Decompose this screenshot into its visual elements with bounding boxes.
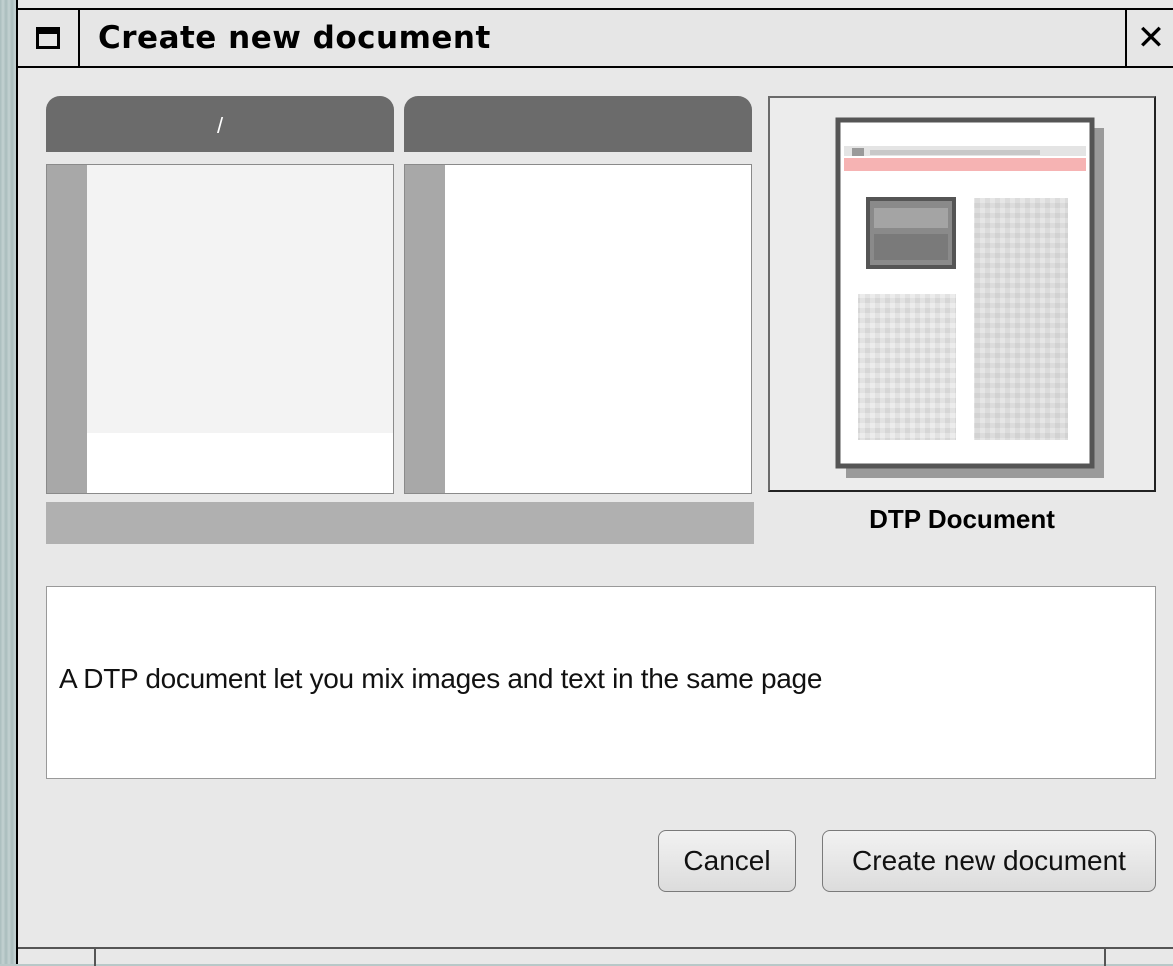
window-menu-button[interactable]: [18, 10, 80, 66]
status-separator: [94, 949, 96, 966]
close-button[interactable]: ✕: [1125, 10, 1173, 66]
column-list-root[interactable]: [46, 164, 394, 494]
close-icon: ✕: [1136, 18, 1166, 58]
column-gutter: [405, 165, 445, 493]
window-icon: [36, 27, 60, 49]
status-bar: [18, 947, 1173, 966]
preview-label: DTP Document: [869, 504, 1055, 534]
column-header-root[interactable]: /: [46, 96, 394, 152]
horizontal-scrollbar[interactable]: [46, 502, 754, 544]
description-text: A DTP document let you mix images and te…: [59, 663, 823, 694]
document-preview: [768, 96, 1156, 492]
cancel-button[interactable]: Cancel: [658, 830, 796, 892]
status-separator: [1104, 949, 1106, 966]
dtp-page-thumbnail-icon: [835, 117, 1104, 478]
window-title: Create new document: [98, 20, 491, 56]
column-list-area: [87, 165, 393, 433]
create-document-dialog: Create new document ✕ / DTP Document A D…: [16, 0, 1173, 966]
title-bar: Create new document ✕: [18, 8, 1173, 68]
column-list-second[interactable]: [404, 164, 752, 494]
create-document-button[interactable]: Create new document: [822, 830, 1156, 892]
column-gutter: [47, 165, 87, 493]
description-panel: A DTP document let you mix images and te…: [46, 586, 1156, 779]
column-header-second[interactable]: [404, 96, 752, 152]
